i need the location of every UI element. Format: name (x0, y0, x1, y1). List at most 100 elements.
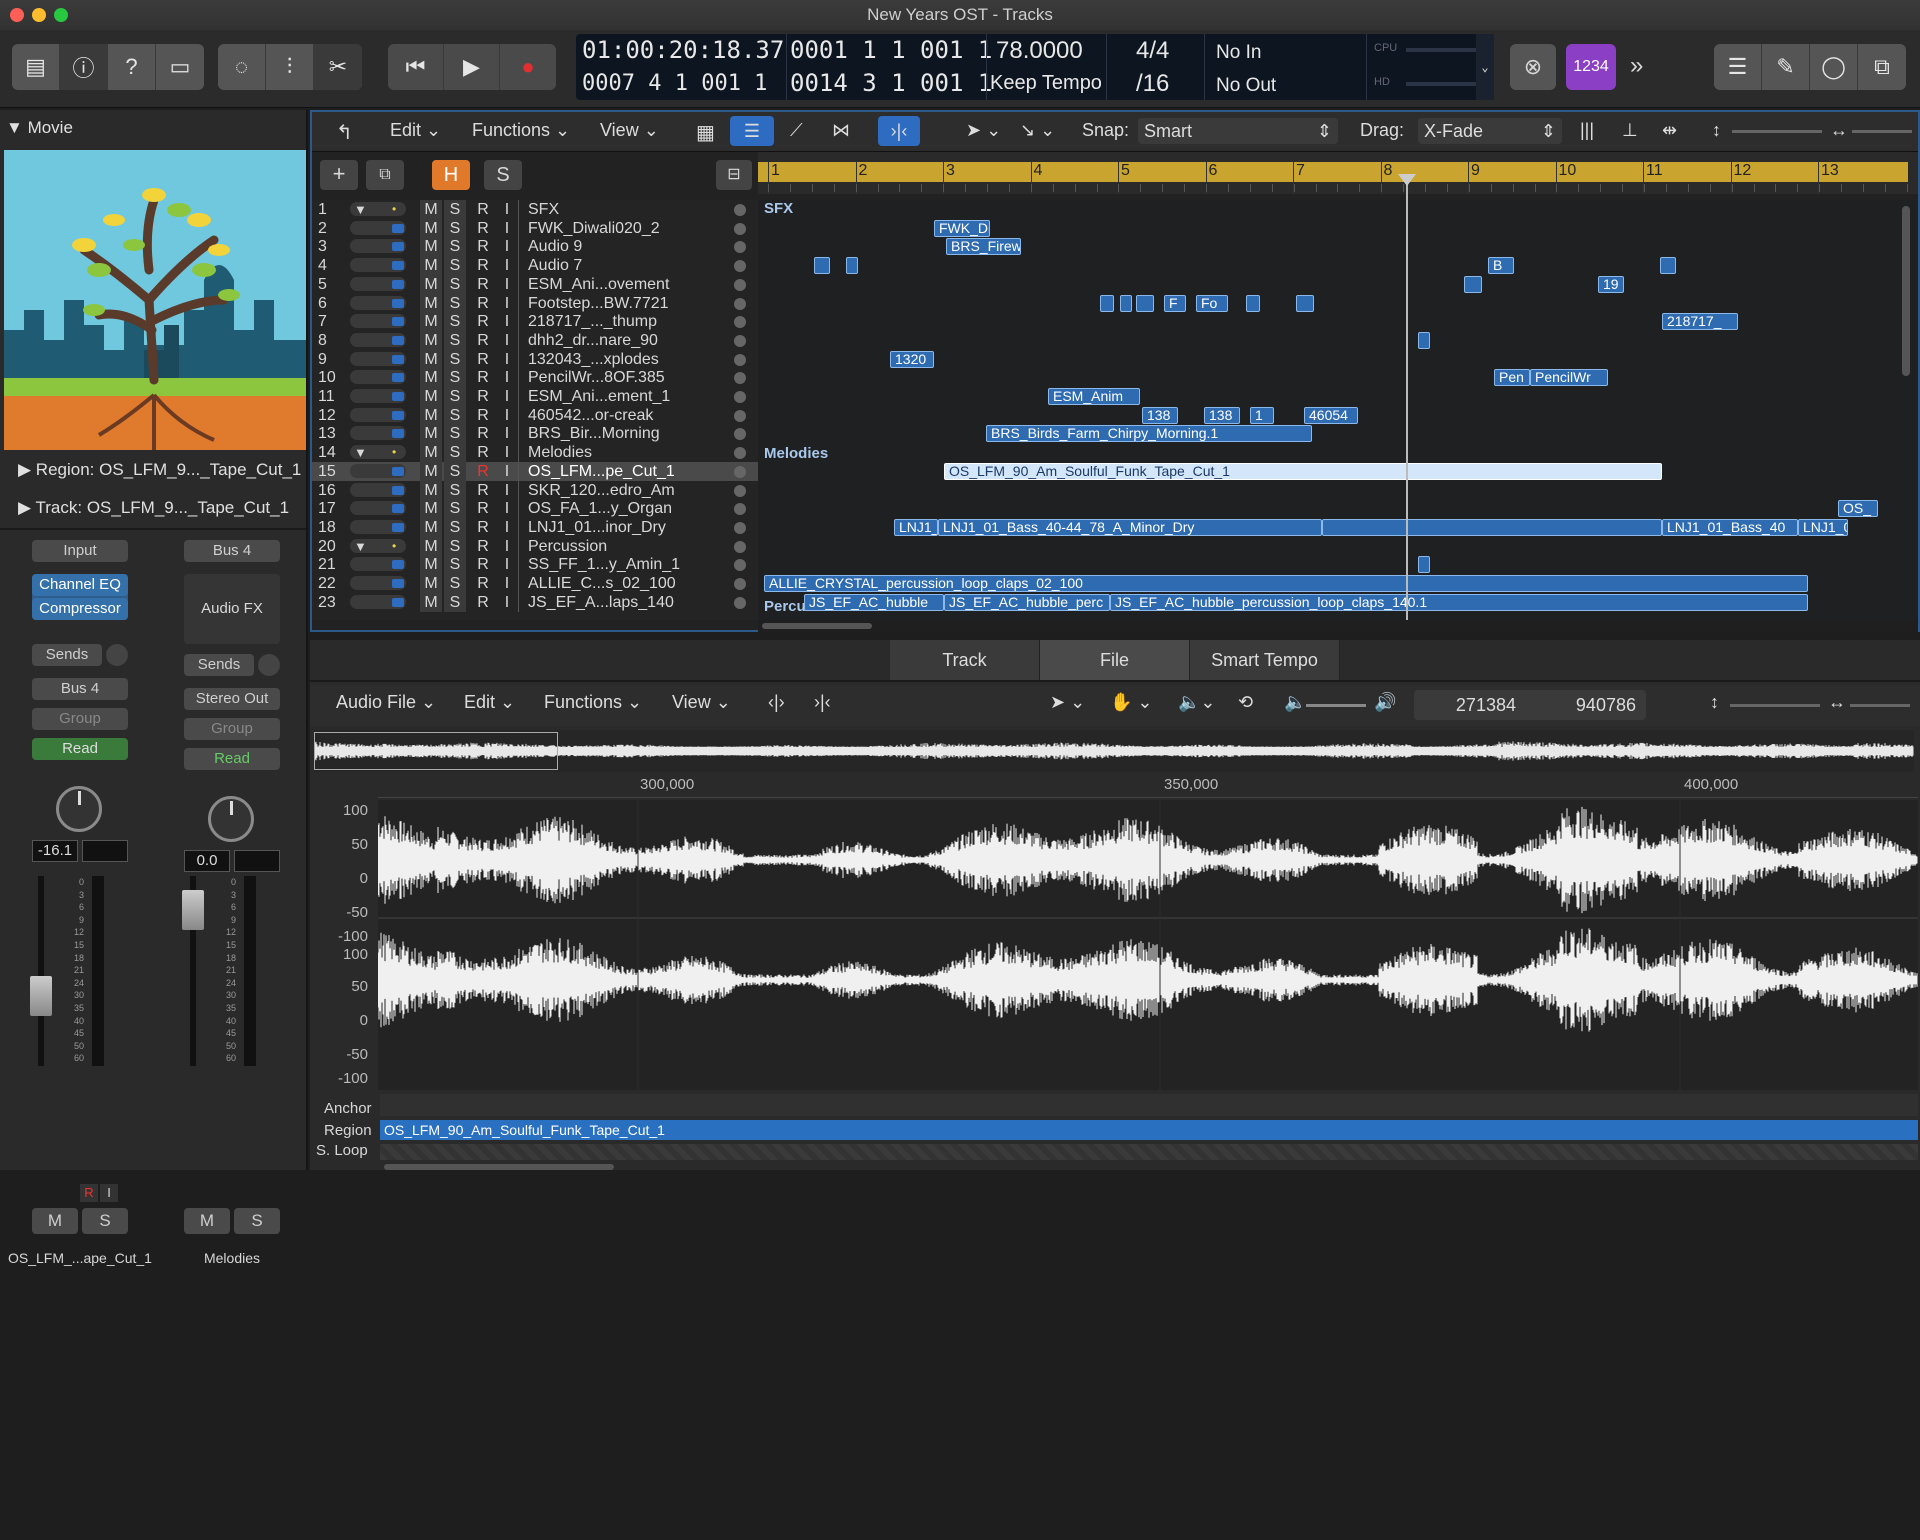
track-solo-button[interactable]: S (444, 480, 466, 500)
track-mute-button[interactable]: M (420, 592, 442, 612)
solo-button[interactable]: S (234, 1208, 280, 1234)
track-row[interactable]: 11 M S R I ESM_Ani...ement_1 (312, 387, 758, 406)
region[interactable]: BRS_Birds_Farm_Chirpy_Morning.1 (986, 425, 1312, 443)
track-record-button[interactable]: R (472, 275, 494, 294)
track-mute-button[interactable]: M (420, 517, 442, 537)
track-input-button[interactable]: I (496, 275, 518, 294)
track-inspector-toggle[interactable]: ▶ Track: OS_LFM_9..._Tape_Cut_1 (18, 498, 289, 518)
track-row[interactable]: 23 M S R I JS_EF_A...laps_140 (312, 592, 758, 612)
track-name[interactable]: OS_FA_1...y_Organ (528, 499, 672, 518)
track-input-button[interactable]: I (496, 350, 518, 369)
track-record-button[interactable]: R (472, 237, 494, 256)
region[interactable]: OS_LFM_90_Am_Soulful_Funk_Tape_Cut_1 (944, 462, 1662, 480)
region[interactable]: 218717_ (1662, 313, 1738, 331)
track-solo-button[interactable]: S (444, 405, 466, 425)
track-name[interactable]: Audio 7 (528, 256, 582, 275)
track-record-button[interactable]: R (472, 368, 494, 387)
region[interactable]: BRS_Firew (946, 238, 1021, 256)
track-mute-button[interactable]: M (420, 443, 442, 463)
output-slot[interactable]: Bus 4 (32, 678, 128, 700)
track-name[interactable]: PencilWr...8OF.385 (528, 368, 665, 387)
compressor-slot[interactable]: Compressor (32, 598, 128, 620)
track-row[interactable]: 17 M S R I OS_FA_1...y_Organ (312, 499, 758, 519)
region[interactable] (1100, 294, 1114, 312)
speaker-icon[interactable]: 🔈⌄ (1178, 692, 1216, 713)
track-name[interactable]: ALLIE_C...s_02_100 (528, 574, 676, 593)
region[interactable]: LNJ1_0 (1798, 518, 1848, 536)
track-input-button[interactable]: I (496, 462, 518, 481)
track-row[interactable]: 16 M S R I SKR_120...edro_Am (312, 480, 758, 500)
region[interactable]: JS_EF_AC_hubble_perc (944, 593, 1110, 611)
list-view-icon[interactable]: ☰ (730, 116, 774, 146)
track-mute-button[interactable]: M (420, 499, 442, 519)
region[interactable]: 1320 (890, 350, 934, 368)
sends-slot[interactable]: Sends (184, 654, 254, 676)
track-mute-button[interactable]: M (420, 256, 442, 276)
track-name[interactable]: SFX (528, 200, 559, 219)
track-record-button[interactable]: R (472, 294, 494, 313)
region[interactable] (1418, 556, 1430, 574)
track-name[interactable]: Melodies (528, 443, 592, 462)
track-input-button[interactable]: I (496, 574, 518, 593)
track-solo-button[interactable]: S (444, 424, 466, 444)
track-row[interactable]: 22 M S R I ALLIE_C...s_02_100 (312, 574, 758, 593)
track-input-button[interactable]: I (496, 256, 518, 275)
track-record-button[interactable]: R (472, 387, 494, 406)
region[interactable]: OS_ (1838, 500, 1878, 518)
volume-readout[interactable]: 0.0 (184, 850, 230, 872)
track-name[interactable]: dhh2_dr...nare_90 (528, 331, 658, 350)
waveform-overview[interactable] (313, 730, 1914, 772)
toolbar-button[interactable]: ▭ (156, 44, 204, 90)
playhead[interactable] (1406, 178, 1408, 622)
track-solo-button[interactable]: S (444, 274, 466, 294)
vertical-zoom-slider[interactable] (1730, 704, 1820, 707)
track-input-button[interactable]: I (496, 537, 518, 556)
track-name[interactable]: ESM_Ani...ovement (528, 275, 669, 294)
track-solo-button[interactable]: S (444, 517, 466, 537)
hand-tool-icon[interactable]: ✋ ⌄ (1110, 692, 1153, 713)
lcd-time-signature[interactable]: 4/4 (1136, 34, 1196, 67)
region[interactable] (1418, 331, 1430, 349)
track-mute-button[interactable]: M (420, 330, 442, 350)
track-input-button[interactable]: I (496, 443, 518, 462)
disclosure-triangle-icon[interactable]: ▼ (354, 200, 367, 219)
track-name[interactable]: 132043_...xplodes (528, 350, 659, 369)
close-window-button[interactable] (10, 8, 24, 22)
group-slot[interactable]: Group (184, 718, 280, 740)
region[interactable]: 46054 (1304, 406, 1358, 424)
track-input-button[interactable]: I (496, 219, 518, 238)
back-arrow-icon[interactable]: ↰ (336, 120, 353, 145)
region[interactable] (1136, 294, 1154, 312)
track-solo-button[interactable]: S (444, 312, 466, 332)
track-row[interactable]: 15 M S R I OS_LFM...pe_Cut_1 (312, 461, 758, 481)
track-mute-button[interactable]: M (420, 237, 442, 257)
track-name[interactable]: Audio 9 (528, 237, 582, 256)
track-input-button[interactable]: I (496, 406, 518, 425)
ruler[interactable]: 1 2 3 4 5 6 7 8 9 10 11 12 13 (758, 152, 1918, 194)
automation-icon[interactable]: ⟋ (790, 120, 803, 141)
track-row[interactable]: 2 M S R I FWK_Diwali020_2 (312, 218, 758, 238)
solo-global-button[interactable]: S (484, 160, 522, 190)
vertical-scrollbar[interactable] (1902, 206, 1910, 376)
input-monitor-button[interactable]: I (100, 1184, 118, 1202)
quick-help-button[interactable]: ? (108, 44, 156, 90)
region[interactable] (846, 257, 858, 275)
horizontal-scrollbar[interactable] (758, 620, 1918, 632)
duplicate-track-icon[interactable]: ⧉ (366, 160, 404, 190)
track-solo-button[interactable]: S (444, 330, 466, 350)
tab-track[interactable]: Track (890, 640, 1040, 680)
track-input-button[interactable]: I (496, 555, 518, 574)
track-input-button[interactable]: I (496, 294, 518, 313)
pan-knob[interactable] (208, 796, 254, 842)
editor-scrollbar[interactable] (384, 1164, 614, 1170)
track-record-button[interactable]: R (472, 406, 494, 425)
waveform-display[interactable] (377, 800, 1918, 1090)
minimize-window-button[interactable] (32, 8, 46, 22)
mixer-button[interactable]: ⫶ (266, 44, 314, 90)
catch-icon[interactable]: ›|‹ (814, 692, 831, 713)
play-button[interactable]: ▶ (444, 44, 500, 90)
region[interactable]: LNJ1_ (894, 518, 938, 536)
track-row[interactable]: 21 M S R I SS_FF_1...y_Amin_1 (312, 555, 758, 575)
input-slot[interactable]: Bus 4 (184, 540, 280, 562)
track-mute-button[interactable]: M (420, 349, 442, 369)
